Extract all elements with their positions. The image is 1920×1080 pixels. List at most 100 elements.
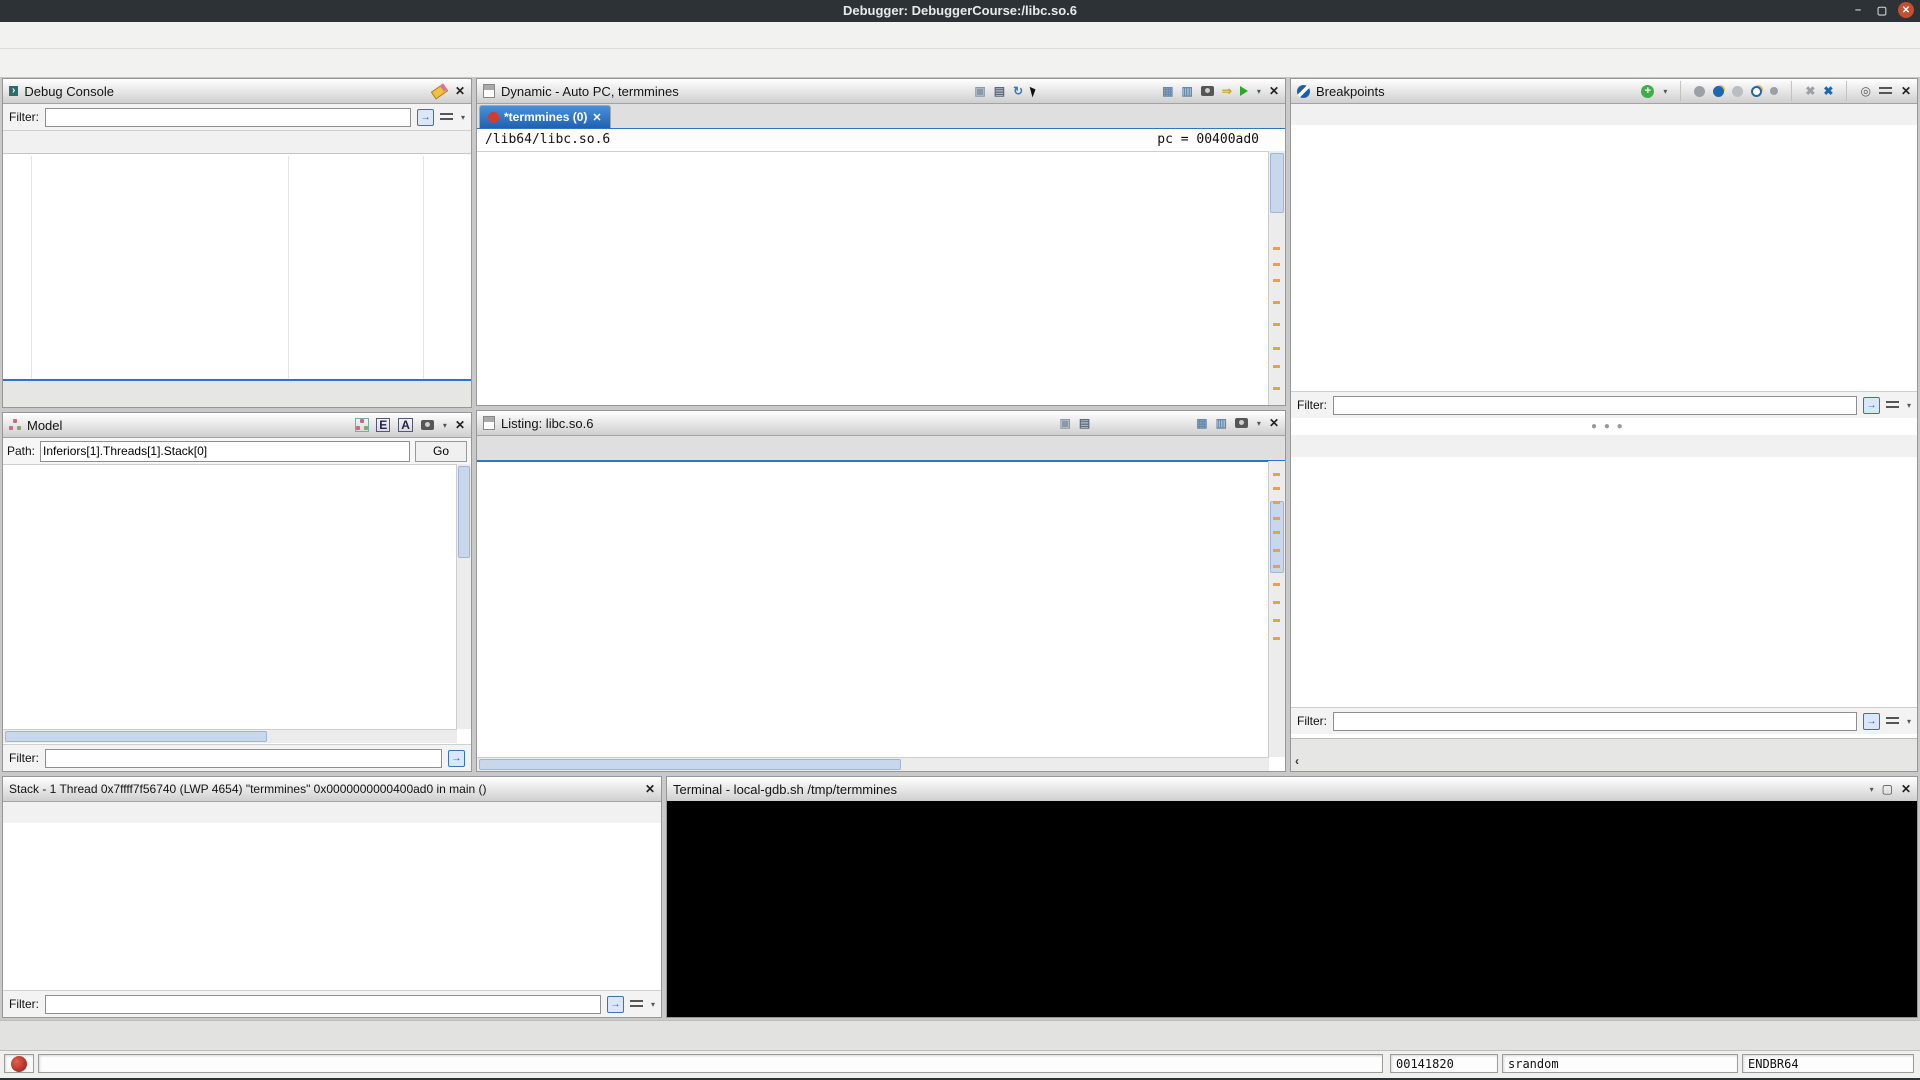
menu-bar [0,22,1920,49]
filter-label: Filter: [9,997,39,1011]
filter-options-icon[interactable] [1885,715,1900,727]
add-breakpoint-icon[interactable]: + [1641,84,1655,98]
filter-result-icon[interactable]: → [1862,712,1880,730]
show-tree-icon[interactable] [355,418,370,432]
snapshot-icon[interactable] [1200,86,1214,96]
close-icon[interactable]: ✕ [1269,84,1279,98]
listing-hscrollbar[interactable] [477,757,1269,771]
filter-result-icon[interactable]: → [448,749,465,767]
table-view-icon[interactable]: ▦ [1196,417,1207,429]
disassembly-listing[interactable] [477,461,1269,757]
disable-icon[interactable] [1732,85,1744,97]
scroll-tabs-left-icon[interactable]: ‹ [1295,755,1299,767]
listing-icon [483,416,495,430]
right-tab-strip: ‹ [1291,738,1917,771]
configure-icon[interactable] [1878,85,1893,97]
filter-result-icon[interactable]: → [416,108,434,126]
tab-termmines-trace[interactable]: *termmines (0) ✕ [479,105,611,128]
listing-vscrollbar[interactable] [1268,461,1285,757]
enable-icon[interactable] [1694,85,1706,97]
go-button[interactable]: Go [415,440,467,462]
locations-table-body [1291,457,1917,707]
locations-filter-input[interactable] [1333,711,1857,731]
make-effective-icon[interactable] [1751,85,1763,97]
refresh-icon[interactable]: ↻ [1013,85,1023,97]
clear-console-icon[interactable] [430,83,449,99]
debug-console-panel: › Debug Console ✕ Filter: → ▾ [2,78,472,408]
maximize-button[interactable]: ▢ [1874,2,1890,18]
table-view-icon[interactable]: ▦ [1162,85,1173,97]
close-icon[interactable]: ✕ [1269,416,1279,430]
chevron-down-icon[interactable]: ▾ [1870,785,1874,794]
window-title: Debugger: DebuggerCourse:/libc.so.6 [842,3,1078,18]
filter-label: Filter: [1297,398,1327,412]
filter-label: Filter: [1297,714,1327,728]
dynamic-vscrollbar[interactable] [1268,151,1285,405]
copy-icon[interactable]: ▣ [1060,417,1071,429]
snapshot-icon[interactable] [1234,418,1248,428]
close-icon[interactable]: ✕ [645,782,655,796]
stack-panel: Stack - 1 Thread 0x7ffff7f56740 (LWP 465… [2,776,662,1018]
goto-pc-icon[interactable]: ⇒ [1222,85,1232,97]
listing-icon [483,84,495,98]
close-icon[interactable]: ✕ [455,84,465,98]
filter-result-icon[interactable]: → [606,995,624,1013]
recording-icon [488,111,499,123]
chevron-down-icon[interactable]: ▾ [651,1000,655,1009]
window-buttons: – ▢ ✕ [1850,2,1914,18]
filter-options-icon[interactable] [439,111,454,123]
model-hscrollbar[interactable] [3,729,457,743]
track-pc-icon[interactable] [1239,86,1248,96]
pointer-icon[interactable] [1029,85,1038,97]
maximize-panel-icon[interactable]: ▢ [1882,783,1893,795]
console-filter-input[interactable] [45,107,411,127]
chevron-down-icon[interactable]: ▾ [461,113,465,122]
breakpoints-panel: Breakpoints + ▾ ✖ ✖ ◎ ✕ Filter: → ▾ ● ● … [1290,78,1918,772]
bottom-tab-strip [0,1020,1920,1050]
console-table-body [3,156,471,381]
close-icon[interactable]: ✕ [455,418,465,432]
field-options-icon[interactable]: ▥ [1216,417,1227,429]
close-tab-icon[interactable]: ✕ [592,111,601,124]
console-icon: › [9,86,19,96]
close-icon[interactable]: ✕ [1901,782,1911,796]
close-button[interactable]: ✕ [1898,2,1914,18]
breakpoints-table-header [1291,104,1917,127]
filter-options-icon[interactable] [1885,399,1900,411]
clear-icon[interactable]: ✖ [1805,85,1815,97]
model-panel: Model E A ▾ ✕ Path: Go Filter: → [2,412,472,772]
chevron-down-icon[interactable]: ▾ [1907,717,1911,726]
model-filter-input[interactable] [45,748,442,768]
enable-all-icon[interactable] [1713,85,1725,97]
region-label: /lib64/libc.so.6 [485,132,611,147]
breakpoints-filter-input[interactable] [1333,395,1857,415]
chart-view-icon[interactable]: ▥ [1182,85,1193,97]
navigate-icon[interactable]: ◎ [1860,85,1870,97]
toggle-icon[interactable] [1770,87,1779,95]
paste-icon[interactable]: ▤ [994,85,1005,97]
filter-result-icon[interactable]: → [1862,396,1880,414]
splitter-handle[interactable]: ● ● ● [1591,421,1625,432]
elements-toggle[interactable]: E [376,418,391,432]
chevron-down-icon[interactable]: ▾ [1257,419,1261,428]
terminal-output[interactable] [667,801,1917,1017]
clear-all-icon[interactable]: ✖ [1823,85,1833,97]
attributes-toggle[interactable]: A [398,418,413,432]
status-bar: 00141820 srandom ENDBR64 [0,1050,1920,1079]
model-vscrollbar[interactable] [456,464,471,729]
chevron-down-icon[interactable]: ▾ [1663,87,1667,96]
chevron-down-icon[interactable]: ▾ [1257,87,1261,96]
program-tab-strip [477,436,1285,462]
minimize-button[interactable]: – [1850,2,1866,18]
stack-filter-input[interactable] [45,994,601,1014]
close-icon[interactable]: ✕ [1901,84,1911,98]
path-input[interactable] [40,440,410,462]
copy-icon[interactable]: ▣ [974,85,985,97]
chevron-down-icon[interactable]: ▾ [1907,401,1911,410]
panel-title: Terminal - local-gdb.sh /tmp/termmines [673,781,897,797]
filter-options-icon[interactable] [629,998,644,1010]
snapshot-icon[interactable] [420,420,434,430]
chevron-down-icon[interactable]: ▾ [443,421,447,430]
paste-icon[interactable]: ▤ [1079,417,1090,429]
hex-listing[interactable] [477,151,1269,405]
